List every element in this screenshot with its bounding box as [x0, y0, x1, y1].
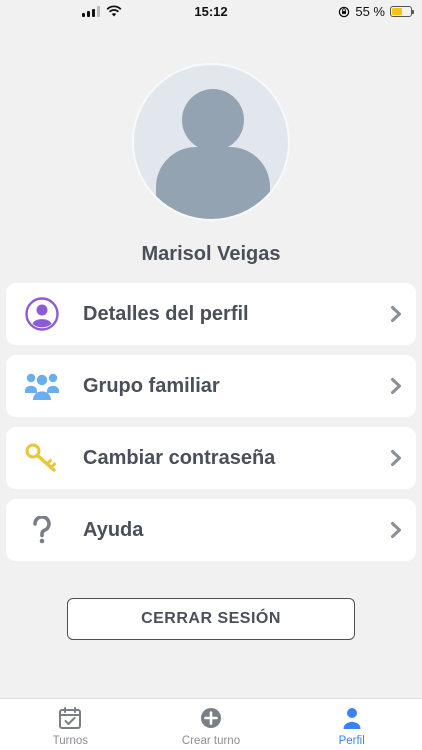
key-icon [24, 440, 60, 476]
avatar[interactable] [132, 63, 290, 221]
battery-fill [392, 8, 402, 15]
chevron-right-icon [391, 450, 401, 466]
avatar-head [182, 89, 244, 151]
logout-button[interactable]: CERRAR SESIÓN [67, 598, 355, 640]
profile-menu: Detalles del perfil Grupo familiar Cambi… [6, 283, 416, 571]
status-right: 55 % [338, 4, 414, 19]
menu-item-family-group[interactable]: Grupo familiar [6, 355, 416, 417]
menu-item-label: Ayuda [83, 518, 144, 541]
status-bar: 15:12 55 % [0, 0, 422, 24]
menu-item-label: Cambiar contraseña [83, 446, 276, 469]
chevron-right-icon [391, 306, 401, 322]
tab-turnos[interactable]: Turnos [0, 699, 141, 750]
menu-item-label: Grupo familiar [83, 374, 220, 397]
user-circle-icon [24, 296, 60, 332]
menu-item-profile-details[interactable]: Detalles del perfil [6, 283, 416, 345]
menu-item-help[interactable]: Ayuda [6, 499, 416, 561]
tab-bar: Turnos Crear turno Perfil [0, 698, 422, 750]
menu-item-label: Detalles del perfil [83, 302, 249, 325]
tab-label: Turnos [52, 735, 89, 747]
tab-label: Perfil [338, 735, 365, 747]
battery-icon [390, 6, 414, 17]
tab-crear-turno[interactable]: Crear turno [141, 699, 282, 750]
person-icon [343, 708, 361, 729]
chevron-right-icon [391, 522, 401, 538]
question-icon [24, 512, 60, 548]
battery-percent: 55 % [355, 4, 385, 19]
tab-perfil[interactable]: Perfil [281, 699, 422, 750]
calendar-check-icon [59, 707, 82, 729]
avatar-body [156, 147, 270, 219]
plus-circle-icon [201, 708, 221, 728]
user-name: Marisol Veigas [141, 243, 281, 265]
chevron-right-icon [391, 378, 401, 394]
orientation-lock-icon [339, 6, 350, 17]
menu-item-change-password[interactable]: Cambiar contraseña [6, 427, 416, 489]
tab-label: Crear turno [181, 735, 241, 747]
group-icon [24, 368, 60, 404]
